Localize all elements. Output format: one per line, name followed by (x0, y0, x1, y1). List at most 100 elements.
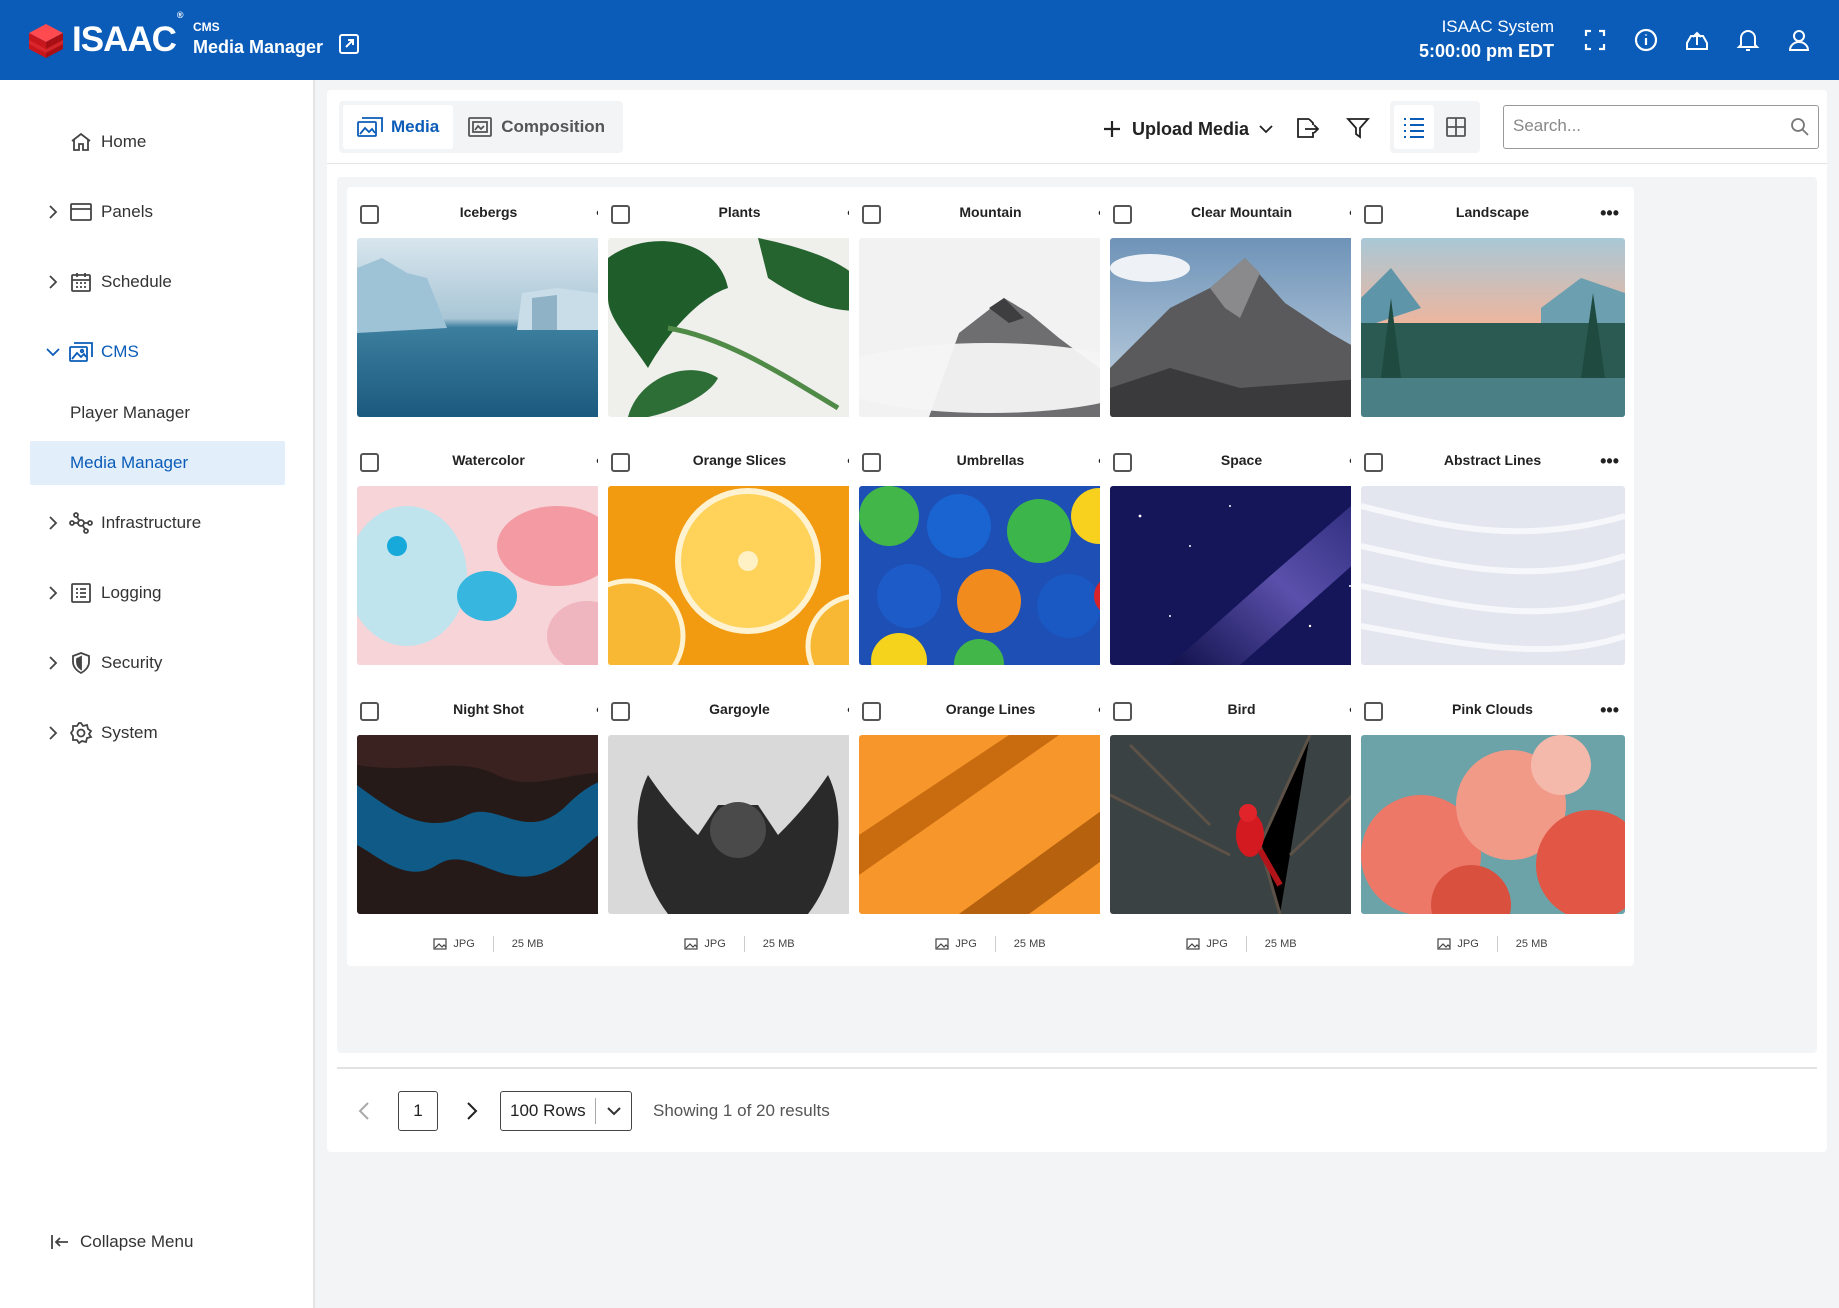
media-card[interactable]: Landscape ••• JPG 25 MB (1351, 187, 1634, 469)
media-select-checkbox[interactable] (1364, 702, 1383, 721)
media-card[interactable]: Umbrellas ••• JPG 25 MB (849, 435, 1132, 717)
rows-dropdown-toggle[interactable] (595, 1098, 631, 1124)
media-select-checkbox[interactable] (611, 205, 630, 224)
media-thumbnail[interactable] (357, 735, 621, 914)
external-link-icon[interactable] (338, 33, 360, 55)
media-select-checkbox[interactable] (360, 702, 379, 721)
filter-button[interactable] (1343, 113, 1373, 143)
media-select-checkbox[interactable] (1364, 453, 1383, 472)
media-thumbnail[interactable] (1361, 735, 1625, 914)
media-card[interactable]: Gargoyle ••• JPG 25 MB (598, 684, 881, 966)
sidebar-item-panels[interactable]: Panels (0, 192, 315, 232)
media-grid: Icebergs ••• JPG 25 MB Plants ••• JPG 25… (337, 177, 1817, 1053)
tab-media[interactable]: Media (343, 105, 454, 149)
search-box (1503, 105, 1819, 149)
media-card[interactable]: Watercolor ••• JPG 25 MB (347, 435, 630, 717)
calendar-icon (71, 273, 91, 292)
media-thumbnail[interactable] (1361, 238, 1625, 417)
tab-composition[interactable]: Composition (453, 105, 619, 149)
media-card[interactable]: Orange Lines ••• JPG 25 MB (849, 684, 1132, 966)
media-card[interactable]: Icebergs ••• JPG 25 MB (347, 187, 630, 469)
prev-page-icon[interactable] (357, 1101, 371, 1121)
chevron-down-icon (46, 348, 60, 357)
system-name: ISAAC System (1441, 17, 1554, 36)
bell-icon[interactable] (1735, 27, 1761, 53)
grid-view-button[interactable] (1436, 105, 1476, 149)
media-select-checkbox[interactable] (1364, 205, 1383, 224)
more-options-icon[interactable]: ••• (1600, 451, 1619, 472)
media-title: Landscape (1455, 204, 1530, 220)
collapse-menu-button[interactable]: Collapse Menu (50, 1232, 193, 1252)
list-view-button[interactable] (1394, 105, 1434, 149)
sidebar-item-home[interactable]: Home (0, 122, 315, 162)
media-size: 25 MB (511, 938, 544, 950)
media-card[interactable]: Pink Clouds ••• JPG 25 MB (1351, 684, 1634, 966)
media-format: JPG (1457, 938, 1479, 950)
media-thumbnail[interactable] (608, 735, 872, 914)
media-select-checkbox[interactable] (862, 702, 881, 721)
app-name: Media Manager (193, 37, 324, 57)
media-title: Watercolor (452, 452, 525, 468)
media-select-checkbox[interactable] (611, 453, 630, 472)
media-card[interactable]: Clear Mountain ••• JPG 25 MB (1100, 187, 1383, 469)
media-thumbnail[interactable] (1110, 238, 1374, 417)
sidebar-item-system[interactable]: System (0, 713, 315, 753)
search-icon[interactable] (1790, 117, 1810, 137)
media-select-checkbox[interactable] (360, 453, 379, 472)
media-thumbnail[interactable] (357, 486, 621, 665)
chevron-right-icon (49, 516, 58, 530)
sidebar-item-infrastructure[interactable]: Infrastructure (0, 503, 315, 543)
media-card[interactable]: Bird ••• JPG 25 MB (1100, 684, 1383, 966)
media-card[interactable]: Mountain ••• JPG 25 MB (849, 187, 1132, 469)
media-thumbnail[interactable] (1110, 735, 1374, 914)
media-thumbnail[interactable] (1361, 486, 1625, 665)
media-select-checkbox[interactable] (1113, 453, 1132, 472)
media-card[interactable]: Plants ••• JPG 25 MB (598, 187, 881, 469)
media-select-checkbox[interactable] (611, 702, 630, 721)
rows-per-page-select[interactable]: 100 Rows (500, 1091, 632, 1131)
export-button[interactable] (1292, 113, 1322, 143)
media-thumbnail[interactable] (357, 238, 621, 417)
search-input[interactable] (1504, 106, 1774, 146)
media-select-checkbox[interactable] (862, 205, 881, 224)
media-format: JPG (955, 938, 977, 950)
fullscreen-icon[interactable] (1582, 27, 1608, 53)
chevron-right-icon (49, 586, 58, 600)
image-file-icon (1437, 938, 1451, 950)
sidebar-subitem-media-manager[interactable]: Media Manager (30, 441, 285, 485)
media-card[interactable]: Space ••• JPG 25 MB (1100, 435, 1383, 717)
upload-media-button[interactable]: Upload Media (1103, 114, 1273, 144)
info-icon[interactable] (1633, 27, 1659, 53)
media-thumbnail[interactable] (859, 238, 1123, 417)
media-select-checkbox[interactable] (1113, 205, 1132, 224)
media-select-checkbox[interactable] (360, 205, 379, 224)
main-panel: Media Composition Upload Media Icebergs … (327, 90, 1827, 1152)
media-card[interactable]: Abstract Lines ••• JPG 25 MB (1351, 435, 1634, 717)
media-title: Abstract Lines (1443, 452, 1542, 468)
sidebar-item-logging[interactable]: Logging (0, 573, 315, 613)
cms-icon (69, 342, 93, 362)
media-card[interactable]: Night Shot ••• JPG 25 MB (347, 684, 630, 966)
media-thumbnail[interactable] (1110, 486, 1374, 665)
media-meta: JPG 25 MB (1100, 936, 1383, 952)
media-select-checkbox[interactable] (862, 453, 881, 472)
media-thumbnail[interactable] (859, 486, 1123, 665)
media-thumbnail[interactable] (608, 238, 872, 417)
sidebar-subitem-player-manager[interactable]: Player Manager (30, 391, 285, 435)
media-thumbnail[interactable] (859, 735, 1123, 914)
sidebar-item-security[interactable]: Security (0, 643, 315, 683)
media-size: 25 MB (1013, 938, 1046, 950)
view-tabs: Media Composition (339, 101, 624, 153)
sidebar-item-schedule[interactable]: Schedule (0, 262, 315, 302)
media-thumbnail[interactable] (608, 486, 872, 665)
media-title: Clear Mountain (1190, 204, 1293, 220)
page-number[interactable]: 1 (398, 1091, 438, 1131)
media-card[interactable]: Orange Slices ••• JPG 25 MB (598, 435, 881, 717)
more-options-icon[interactable]: ••• (1600, 700, 1619, 721)
media-select-checkbox[interactable] (1113, 702, 1132, 721)
cloud-upload-icon[interactable] (1684, 27, 1710, 53)
sidebar-item-cms[interactable]: CMS (0, 332, 315, 372)
next-page-icon[interactable] (465, 1101, 479, 1121)
user-icon[interactable] (1786, 27, 1812, 53)
more-options-icon[interactable]: ••• (1600, 203, 1619, 224)
